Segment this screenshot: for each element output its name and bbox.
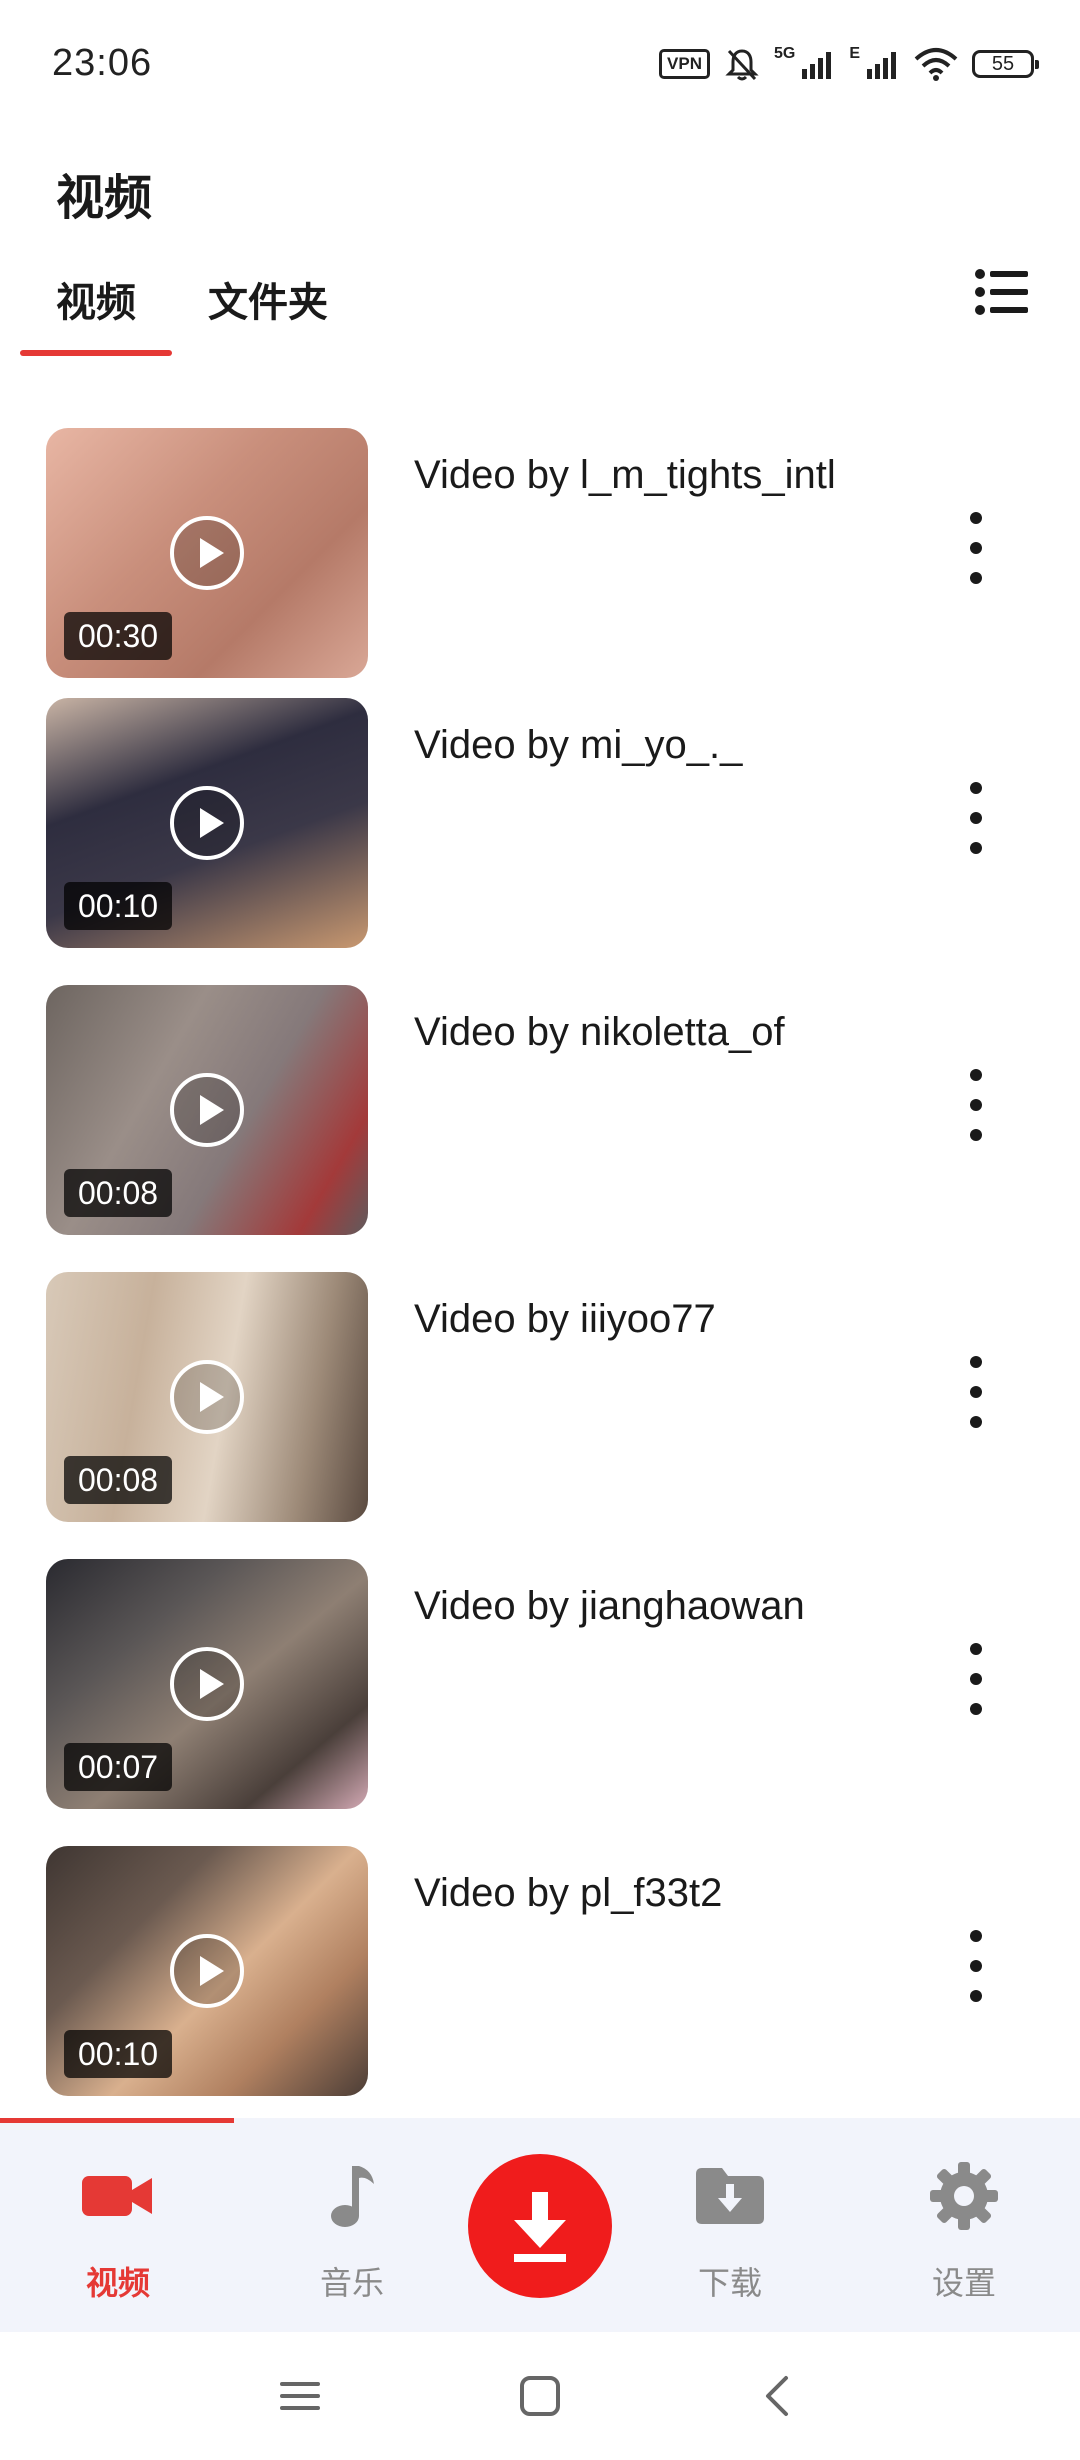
tab-bar: 视频 文件夹: [0, 260, 1080, 360]
wifi-icon: [914, 48, 958, 81]
nav-label-downloads: 下载: [697, 2265, 762, 2301]
notifications-muted-icon: [725, 49, 759, 81]
video-thumbnail[interactable]: 00:30: [46, 428, 368, 678]
video-title[interactable]: Video by mi_yo_._: [414, 720, 894, 770]
tab-folders[interactable]: 文件夹: [208, 270, 328, 328]
more-options-icon[interactable]: [956, 778, 996, 858]
nav-label-music: 音乐: [319, 2265, 384, 2301]
play-icon[interactable]: [170, 1073, 244, 1147]
video-list-item[interactable]: 00:30 Video by l_m_tights_intl: [0, 428, 1080, 678]
video-title[interactable]: Video by iiiyoo77: [414, 1294, 894, 1344]
video-duration: 00:10: [64, 2030, 173, 2078]
download-fab[interactable]: [468, 2154, 612, 2298]
nav-label-videos: 视频: [85, 2265, 150, 2301]
more-options-icon[interactable]: [956, 1926, 996, 2006]
network-e-label: E: [849, 45, 860, 62]
video-list-item[interactable]: 00:08 Video by nikoletta_of: [0, 985, 1080, 1235]
video-title[interactable]: Video by l_m_tights_intl: [414, 450, 894, 500]
video-thumbnail[interactable]: 00:08: [46, 1272, 368, 1522]
play-icon[interactable]: [170, 516, 244, 590]
signal-strength-icon: [802, 52, 832, 79]
download-icon: [514, 2192, 566, 2262]
nav-item-music[interactable]: 音乐: [252, 2118, 452, 2332]
more-options-icon[interactable]: [956, 508, 996, 588]
video-list-item[interactable]: 00:07 Video by jianghaowan: [0, 1559, 1080, 1809]
nav-item-videos[interactable]: 视频: [18, 2118, 218, 2332]
video-duration: 00:08: [64, 1456, 173, 1504]
status-icons: VPN 5G E 55: [659, 45, 1039, 82]
signal-strength-icon-2: [867, 52, 896, 79]
video-list-item[interactable]: 00:10 Video by mi_yo_._: [0, 698, 1080, 948]
tab-active-indicator: [20, 350, 172, 356]
bottom-navigation: 视频 音乐 下载 设置: [0, 2118, 1080, 2332]
play-icon[interactable]: [170, 786, 244, 860]
nav-item-downloads[interactable]: 下载: [630, 2118, 830, 2332]
back-icon[interactable]: [748, 2366, 808, 2426]
system-navigation-bar: [0, 2332, 1080, 2460]
play-icon[interactable]: [170, 1360, 244, 1434]
video-list-item[interactable]: 00:10 Video by pl_f33t2: [0, 1846, 1080, 2096]
video-thumbnail[interactable]: 00:10: [46, 1846, 368, 2096]
play-icon[interactable]: [170, 1647, 244, 1721]
video-thumbnail[interactable]: 00:07: [46, 1559, 368, 1809]
play-icon[interactable]: [170, 1934, 244, 2008]
video-thumbnail[interactable]: 00:08: [46, 985, 368, 1235]
status-time: 23:06: [52, 42, 153, 84]
settings-gear-icon: [930, 2162, 998, 2230]
more-options-icon[interactable]: [956, 1352, 996, 1432]
video-duration: 00:07: [64, 1743, 173, 1791]
recent-apps-icon[interactable]: [270, 2366, 330, 2426]
video-thumbnail[interactable]: 00:10: [46, 698, 368, 948]
video-list-item[interactable]: 00:08 Video by iiiyoo77: [0, 1272, 1080, 1522]
video-duration: 00:10: [64, 882, 173, 930]
tab-videos[interactable]: 视频: [56, 270, 136, 328]
more-options-icon[interactable]: [956, 1065, 996, 1145]
video-title[interactable]: Video by nikoletta_of: [414, 1007, 894, 1057]
vpn-icon: VPN: [659, 49, 710, 79]
music-note-icon: [331, 2166, 374, 2227]
video-title[interactable]: Video by pl_f33t2: [414, 1868, 894, 1918]
status-bar: 23:06 VPN 5G E 55: [0, 0, 1080, 140]
video-duration: 00:30: [64, 612, 173, 660]
network-5g-label: 5G: [773, 45, 796, 62]
battery-icon: 55: [972, 50, 1039, 78]
nav-item-settings[interactable]: 设置: [864, 2118, 1064, 2332]
nav-label-settings: 设置: [931, 2265, 996, 2301]
list-view-icon[interactable]: [974, 266, 1030, 318]
video-duration: 00:08: [64, 1169, 173, 1217]
more-options-icon[interactable]: [956, 1639, 996, 1719]
download-folder-icon: [696, 2168, 764, 2224]
home-icon[interactable]: [510, 2366, 570, 2426]
video-title[interactable]: Video by jianghaowan: [414, 1581, 894, 1631]
page-title: 视频: [56, 172, 153, 225]
video-camera-icon: [82, 2176, 152, 2216]
